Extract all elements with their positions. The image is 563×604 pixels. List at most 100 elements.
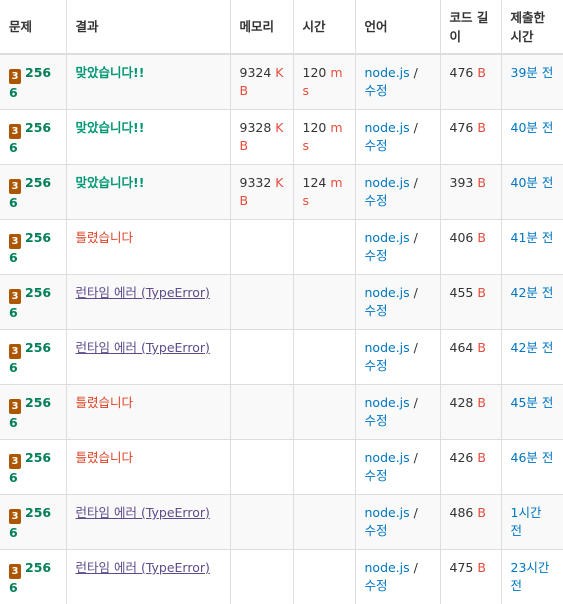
language-link[interactable]: node.js [365, 340, 410, 355]
memory-value: 9332 [240, 175, 272, 190]
header-memory: 메모리 [230, 0, 293, 54]
time-cell: 120 ms [293, 54, 355, 110]
time-cell [293, 440, 355, 495]
result-text[interactable]: 런타임 에러 (TypeError) [76, 285, 210, 300]
separator: / [410, 395, 418, 410]
submitted-time-link[interactable]: 41분 전 [511, 230, 554, 245]
language-cell: node.js / 수정 [355, 385, 440, 440]
memory-cell [230, 220, 293, 275]
language-link[interactable]: node.js [365, 120, 410, 135]
result-text: 틀렸습니다 [76, 395, 134, 410]
language-cell: node.js / 수정 [355, 330, 440, 385]
language-cell: node.js / 수정 [355, 440, 440, 495]
language-link[interactable]: node.js [365, 285, 410, 300]
code-length-cell: 393 B [440, 165, 501, 220]
memory-cell [230, 275, 293, 330]
table-row: 32566 틀렸습니다 node.js / 수정 428 B 45분 전 [0, 385, 563, 440]
problem-cell: 32566 [0, 110, 66, 165]
bronze-tier-icon: 3 [9, 509, 21, 524]
edit-link[interactable]: 수정 [365, 413, 388, 428]
code-length-cell: 475 B [440, 550, 501, 604]
edit-link[interactable]: 수정 [365, 578, 388, 593]
memory-value: 9324 [240, 65, 272, 80]
submitted-cell: 1시간 전 [501, 495, 563, 550]
language-link[interactable]: node.js [365, 505, 410, 520]
memory-cell [230, 495, 293, 550]
submitted-time-link[interactable]: 39분 전 [511, 65, 554, 80]
time-value: 124 [303, 175, 327, 190]
language-link[interactable]: node.js [365, 560, 410, 575]
edit-link[interactable]: 수정 [365, 468, 388, 483]
table-row: 32566 틀렸습니다 node.js / 수정 426 B 46분 전 [0, 440, 563, 495]
code-length-unit: B [477, 285, 486, 300]
result-text[interactable]: 런타임 에러 (TypeError) [76, 340, 210, 355]
language-link[interactable]: node.js [365, 230, 410, 245]
memory-cell [230, 330, 293, 385]
header-submitted: 제출한 시간 [501, 0, 563, 54]
time-cell: 120 ms [293, 110, 355, 165]
edit-link[interactable]: 수정 [365, 303, 388, 318]
bronze-tier-icon: 3 [9, 344, 21, 359]
submitted-time-link[interactable]: 23시간 전 [511, 560, 550, 593]
edit-link[interactable]: 수정 [365, 523, 388, 538]
memory-cell [230, 550, 293, 604]
result-text[interactable]: 런타임 에러 (TypeError) [76, 560, 210, 575]
result-cell: 런타임 에러 (TypeError) [66, 550, 230, 604]
language-link[interactable]: node.js [365, 395, 410, 410]
result-cell: 틀렸습니다 [66, 220, 230, 275]
table-row: 32566 런타임 에러 (TypeError) node.js / 수정 45… [0, 275, 563, 330]
time-cell [293, 275, 355, 330]
result-cell: 맞았습니다!! [66, 165, 230, 220]
code-length-cell: 455 B [440, 275, 501, 330]
result-text: 틀렸습니다 [76, 230, 134, 245]
code-length-value: 428 [450, 395, 474, 410]
edit-link[interactable]: 수정 [365, 358, 388, 373]
time-cell [293, 220, 355, 275]
memory-cell [230, 440, 293, 495]
submitted-time-link[interactable]: 40분 전 [511, 175, 554, 190]
submitted-time-link[interactable]: 1시간 전 [511, 505, 542, 538]
submitted-time-link[interactable]: 46분 전 [511, 450, 554, 465]
memory-cell: 9332 KB [230, 165, 293, 220]
edit-link[interactable]: 수정 [365, 248, 388, 263]
submitted-time-link[interactable]: 42분 전 [511, 285, 554, 300]
code-length-value: 455 [450, 285, 474, 300]
bronze-tier-icon: 3 [9, 289, 21, 304]
result-cell: 틀렸습니다 [66, 385, 230, 440]
time-cell [293, 330, 355, 385]
table-row: 32566 맞았습니다!! 9328 KB 120 ms node.js / 수… [0, 110, 563, 165]
code-length-cell: 476 B [440, 110, 501, 165]
separator: / [410, 505, 418, 520]
result-text[interactable]: 런타임 에러 (TypeError) [76, 505, 210, 520]
separator: / [410, 560, 418, 575]
language-link[interactable]: node.js [365, 450, 410, 465]
table-row: 32566 맞았습니다!! 9332 KB 124 ms node.js / 수… [0, 165, 563, 220]
edit-link[interactable]: 수정 [365, 138, 388, 153]
bronze-tier-icon: 3 [9, 399, 21, 414]
edit-link[interactable]: 수정 [365, 193, 388, 208]
result-cell: 맞았습니다!! [66, 110, 230, 165]
language-cell: node.js / 수정 [355, 165, 440, 220]
code-length-unit: B [477, 175, 486, 190]
code-length-cell: 486 B [440, 495, 501, 550]
header-problem: 문제 [0, 0, 66, 54]
code-length-value: 464 [450, 340, 474, 355]
code-length-value: 476 [450, 65, 474, 80]
bronze-tier-icon: 3 [9, 564, 21, 579]
problem-cell: 32566 [0, 385, 66, 440]
bronze-tier-icon: 3 [9, 454, 21, 469]
edit-link[interactable]: 수정 [365, 83, 388, 98]
header-code-length: 코드 길이 [440, 0, 501, 54]
result-text: 맞았습니다!! [76, 175, 145, 190]
submitted-time-link[interactable]: 42분 전 [511, 340, 554, 355]
language-link[interactable]: node.js [365, 65, 410, 80]
bronze-tier-icon: 3 [9, 179, 21, 194]
submitted-time-link[interactable]: 40분 전 [511, 120, 554, 135]
separator: / [410, 65, 418, 80]
memory-cell: 9328 KB [230, 110, 293, 165]
submitted-time-link[interactable]: 45분 전 [511, 395, 554, 410]
code-length-cell: 464 B [440, 330, 501, 385]
table-row: 32566 런타임 에러 (TypeError) node.js / 수정 47… [0, 550, 563, 604]
separator: / [410, 340, 418, 355]
language-link[interactable]: node.js [365, 175, 410, 190]
